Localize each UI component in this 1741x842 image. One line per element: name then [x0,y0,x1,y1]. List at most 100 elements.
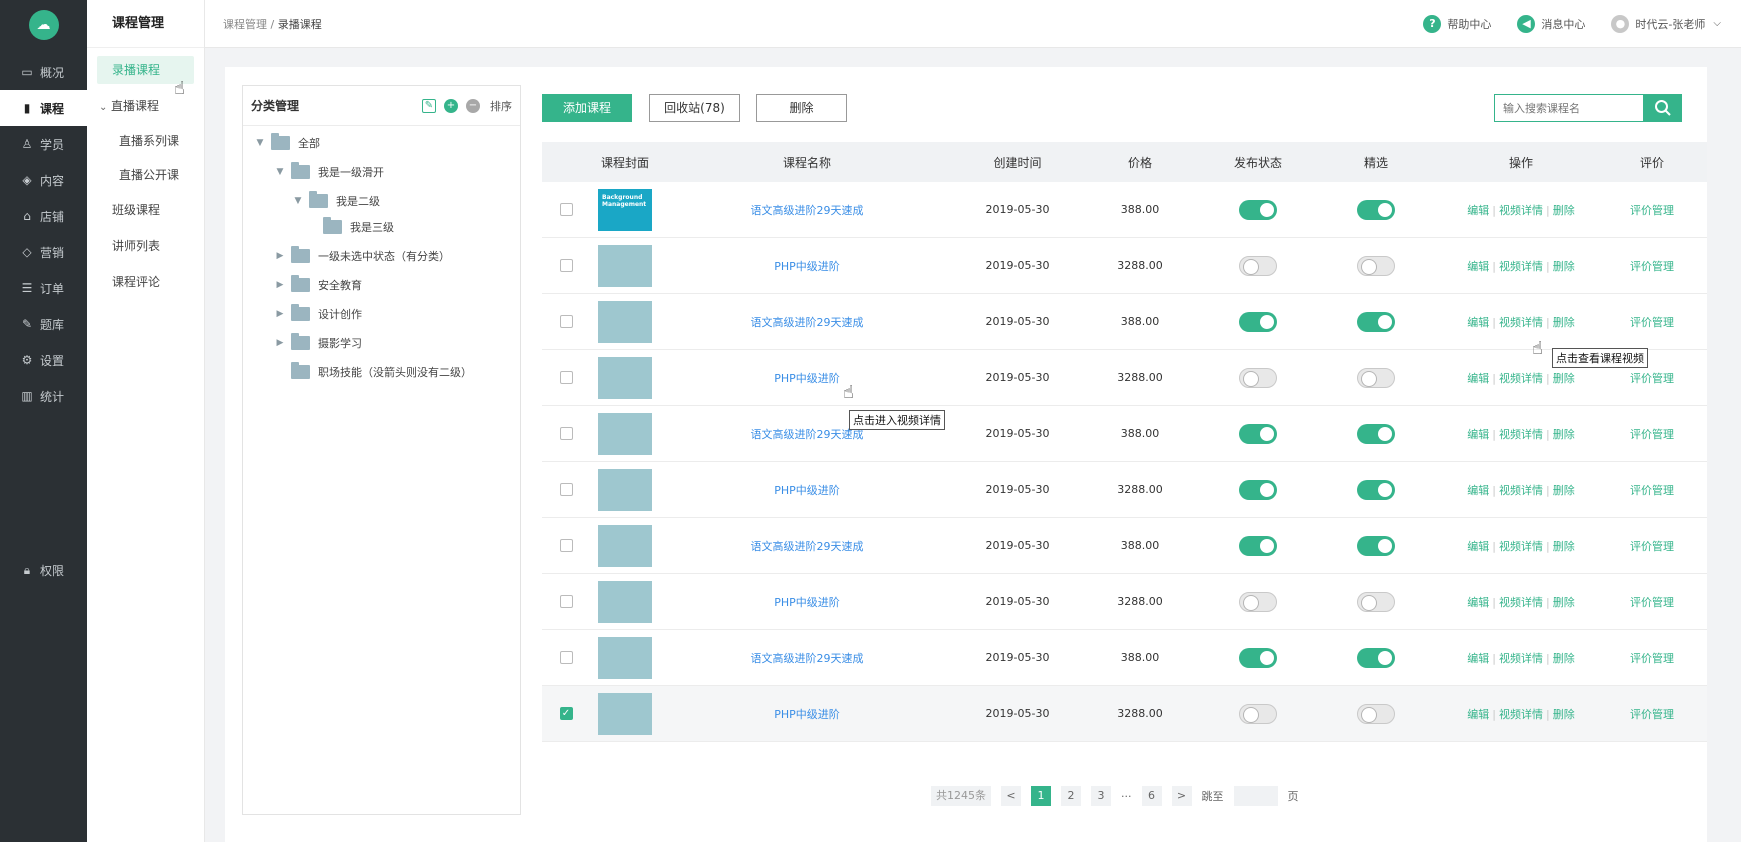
course-cover-image[interactable] [598,636,652,679]
eval-manage-link[interactable]: 评价管理 [1630,372,1674,385]
featured-toggle[interactable] [1357,367,1395,388]
help-center-link[interactable]: ? 帮助中心 [1423,14,1491,33]
nav-item-bar-chart[interactable]: ▥ 统计 [0,378,87,414]
featured-toggle[interactable] [1357,647,1395,668]
eval-manage-link[interactable]: 评价管理 [1630,316,1674,329]
publish-toggle[interactable] [1239,255,1277,276]
row-checkbox[interactable]: ✓ [559,707,573,720]
featured-toggle[interactable] [1357,311,1395,332]
publish-toggle[interactable] [1239,703,1277,724]
video-detail-link[interactable]: 视频详情 [1499,372,1543,385]
pagination-page-3[interactable]: 3 [1091,786,1111,806]
pagination-page-2[interactable]: 2 [1061,786,1081,806]
eval-manage-link[interactable]: 评价管理 [1630,204,1674,217]
caret-down-icon[interactable]: ▼ [253,138,267,148]
video-detail-link[interactable]: 视频详情 [1499,316,1543,329]
row-checkbox[interactable] [559,203,573,216]
video-detail-link[interactable]: 视频详情 [1499,428,1543,441]
breadcrumb-parent[interactable]: 课程管理 [223,18,267,31]
caret-down-icon[interactable]: ▼ [291,196,305,206]
subnav-item-teachers[interactable]: 讲师列表 [87,228,204,264]
edit-icon[interactable]: ✎ [422,98,436,113]
pagination-next[interactable]: > [1171,786,1192,806]
video-detail-link[interactable]: 视频详情 [1499,204,1543,217]
video-detail-link[interactable]: 视频详情 [1499,484,1543,497]
edit-link[interactable]: 编辑 [1467,596,1489,609]
pagination-prev[interactable]: < [1001,786,1021,806]
course-cover-image[interactable] [598,356,652,399]
course-cover-image[interactable] [598,412,652,455]
delete-link[interactable]: 删除 [1553,316,1575,329]
tree-node[interactable]: ▶ 安全教育 [243,270,520,299]
course-name-link[interactable]: 语文高级进阶29天速成 [751,204,864,217]
course-cover-image[interactable] [598,300,652,343]
course-cover-image[interactable] [598,692,652,735]
eval-manage-link[interactable]: 评价管理 [1630,484,1674,497]
caret-right-icon[interactable]: ▶ [273,251,287,261]
row-checkbox[interactable] [559,651,573,664]
nav-item-tag[interactable]: ◇ 营销 [0,234,87,270]
featured-toggle[interactable] [1357,423,1395,444]
eval-manage-link[interactable]: 评价管理 [1630,428,1674,441]
row-checkbox[interactable] [559,315,573,328]
edit-link[interactable]: 编辑 [1467,260,1489,273]
caret-right-icon[interactable]: ▶ [273,309,287,319]
course-cover-image[interactable]: Background Management [598,188,652,231]
caret-right-icon[interactable]: ▶ [273,280,287,290]
nav-item-order[interactable]: ☰ 订单 [0,270,87,306]
user-menu[interactable]: ● 时代云-张老师 ⌵ [1611,14,1721,33]
subnav-item-live-public[interactable]: 直播公开课 [87,158,204,192]
publish-toggle[interactable] [1239,199,1277,220]
delete-link[interactable]: 删除 [1553,372,1575,385]
edit-link[interactable]: 编辑 [1467,540,1489,553]
course-name-link[interactable]: 语文高级进阶29天速成 [751,540,864,553]
course-name-link[interactable]: PHP中级进阶 [774,484,840,497]
video-detail-link[interactable]: 视频详情 [1499,596,1543,609]
featured-toggle[interactable] [1357,199,1395,220]
tree-node[interactable]: ▼ 我是二级 [243,186,520,215]
tree-node[interactable]: 我是三级 [243,212,520,241]
delete-link[interactable]: 删除 [1553,540,1575,553]
nav-item-monitor[interactable]: ▭ 概况 [0,54,87,90]
eval-manage-link[interactable]: 评价管理 [1630,260,1674,273]
search-button[interactable] [1644,94,1682,122]
delete-link[interactable]: 删除 [1553,484,1575,497]
course-cover-image[interactable] [598,524,652,567]
tree-node[interactable]: ▼ 我是一级滑开 [243,157,520,186]
subnav-item-class[interactable]: 班级课程 [87,192,204,228]
row-checkbox[interactable] [559,483,573,496]
publish-toggle[interactable] [1239,423,1277,444]
video-detail-link[interactable]: 视频详情 [1499,260,1543,273]
delete-link[interactable]: 删除 [1553,260,1575,273]
nav-item-gear[interactable]: ⚙ 设置 [0,342,87,378]
row-checkbox[interactable] [559,371,573,384]
edit-link[interactable]: 编辑 [1467,652,1489,665]
delete-button[interactable]: 删除 [756,94,847,122]
course-cover-image[interactable] [598,580,652,623]
course-name-link[interactable]: PHP中级进阶 [774,596,840,609]
video-detail-link[interactable]: 视频详情 [1499,652,1543,665]
featured-toggle[interactable] [1357,535,1395,556]
video-detail-link[interactable]: 视频详情 [1499,708,1543,721]
nav-item-user[interactable]: ♙ 学员 [0,126,87,162]
video-detail-link[interactable]: 视频详情 [1499,540,1543,553]
nav-item-book[interactable]: ▮ 课程 [0,90,87,126]
edit-link[interactable]: 编辑 [1467,372,1489,385]
course-cover-image[interactable] [598,468,652,511]
tree-node[interactable]: ▶ 摄影学习 [243,328,520,357]
caret-down-icon[interactable]: ▼ [273,167,287,177]
nav-item-store[interactable]: ⌂ 店铺 [0,198,87,234]
row-checkbox[interactable] [559,427,573,440]
row-checkbox[interactable] [559,595,573,608]
publish-toggle[interactable] [1239,479,1277,500]
eval-manage-link[interactable]: 评价管理 [1630,708,1674,721]
eval-manage-link[interactable]: 评价管理 [1630,652,1674,665]
tree-node[interactable]: ▶ 设计创作 [243,299,520,328]
pagination-page-last[interactable]: 6 [1141,786,1162,806]
publish-toggle[interactable] [1239,591,1277,612]
pagination-goto-input[interactable] [1233,786,1278,806]
message-center-link[interactable]: ◀ 消息中心 [1517,14,1585,33]
add-course-button[interactable]: 添加课程 [542,94,632,122]
subnav-item-comments[interactable]: 课程评论 [87,264,204,300]
pagination-page-1[interactable]: 1 [1031,786,1051,806]
